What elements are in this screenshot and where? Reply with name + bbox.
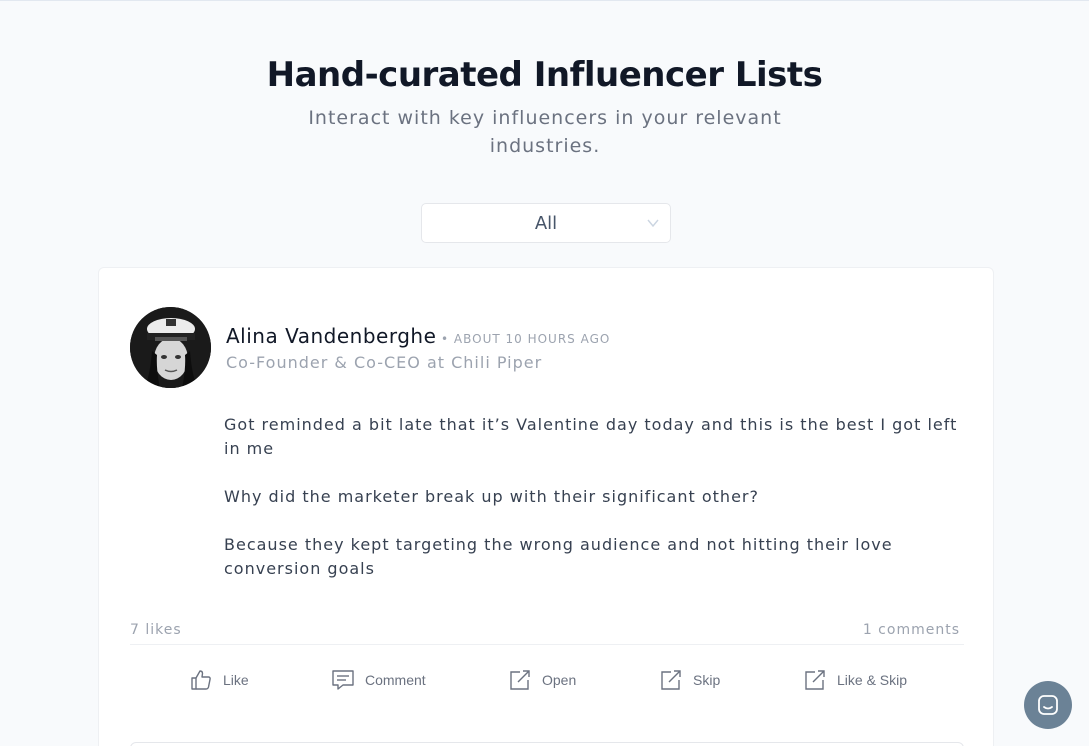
chat-bubble-icon <box>1038 695 1058 715</box>
chevron-down-icon <box>647 219 659 228</box>
top-border <box>0 0 1089 1</box>
comment-label: Comment <box>365 672 426 688</box>
external-link-icon <box>661 670 681 690</box>
divider <box>130 644 964 645</box>
chat-launcher-button[interactable] <box>1024 681 1072 729</box>
comment-input-box[interactable] <box>130 742 964 746</box>
like-button[interactable]: Like <box>189 668 249 692</box>
comment-button[interactable]: Comment <box>331 668 426 692</box>
external-link-icon <box>510 670 530 690</box>
post-actions: Like Comment Open Skip Like & Skip <box>99 668 995 698</box>
author-role: Co-Founder & Co-CEO at Chili Piper <box>226 353 543 372</box>
thumbs-up-icon <box>191 670 211 690</box>
page-subtitle: Interact with key influencers in your re… <box>308 107 782 157</box>
like-and-skip-label: Like & Skip <box>837 672 908 688</box>
open-button[interactable]: Open <box>508 668 576 692</box>
open-label: Open <box>542 672 577 688</box>
page-title: Hand-curated Influencer Lists <box>266 55 823 95</box>
like-label: Like <box>223 672 249 688</box>
skip-label: Skip <box>693 672 721 688</box>
post-body: Got reminded a bit late that it’s Valent… <box>224 413 964 605</box>
likes-count: 7 likes <box>130 622 182 638</box>
category-filter-select[interactable]: All <box>421 203 671 243</box>
post-paragraph: Got reminded a bit late that it’s Valent… <box>224 415 958 458</box>
post-paragraph: Why did the marketer break up with their… <box>224 487 759 506</box>
comment-icon <box>332 670 354 690</box>
like-and-skip-button[interactable]: Like & Skip <box>803 668 907 692</box>
post-timestamp: • ABOUT 10 HOURS AGO <box>441 332 611 346</box>
skip-button[interactable]: Skip <box>659 668 720 692</box>
post-paragraph: Because they kept targeting the wrong au… <box>224 535 893 578</box>
avatar[interactable] <box>130 307 211 388</box>
author-name[interactable]: Alina Vandenberghe <box>226 324 436 348</box>
influencer-post-card: Alina Vandenberghe • ABOUT 10 HOURS AGO … <box>98 267 994 746</box>
filter-selected-value: All <box>534 212 558 234</box>
avatar-image <box>130 307 211 388</box>
comments-count[interactable]: 1 comments <box>863 622 960 638</box>
external-link-icon <box>805 670 825 690</box>
